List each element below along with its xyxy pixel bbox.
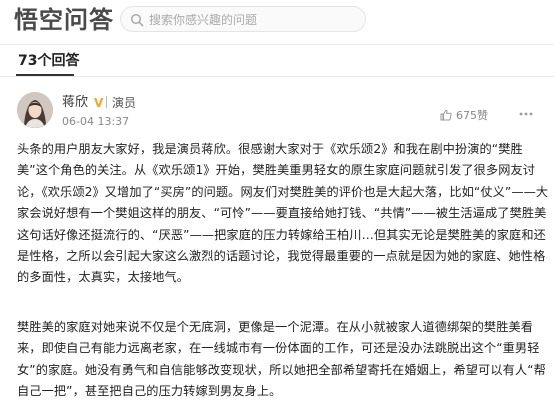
search-input[interactable] [149,11,359,29]
more-dots-icon[interactable] [518,108,534,120]
author-title: 演员 [112,96,137,110]
search-icon[interactable] [130,13,144,27]
tabs-divider [0,76,554,77]
header-divider [0,44,554,45]
like-button[interactable]: 675赞 [440,107,488,123]
verified-badge: V [94,96,104,110]
thumbs-up-icon [440,109,452,121]
site-header: 悟空问答 [0,0,554,42]
answers-count-tab[interactable]: 73个回答 [18,52,79,70]
author-name[interactable]: 蒋欣 [62,95,88,111]
search-box[interactable] [120,6,366,32]
answer-paragraph-1: 头条的用户朋友大家好，我是演员蒋欣。很感谢大家对于《欢乐颂2》和我在剧中扮演的“… [17,142,549,285]
author-separator [106,96,107,108]
post-time: 06-04 13:37 [62,115,130,128]
avatar-image [17,92,53,128]
answer-paragraph-2: 樊胜美的家庭对她来说不仅是个无底洞，更像是一个泥潭。在从小就被家人道德绑架的樊胜… [17,320,546,399]
avatar[interactable] [17,92,53,128]
like-count: 675赞 [456,109,488,122]
site-logo[interactable]: 悟空问答 [14,5,114,35]
